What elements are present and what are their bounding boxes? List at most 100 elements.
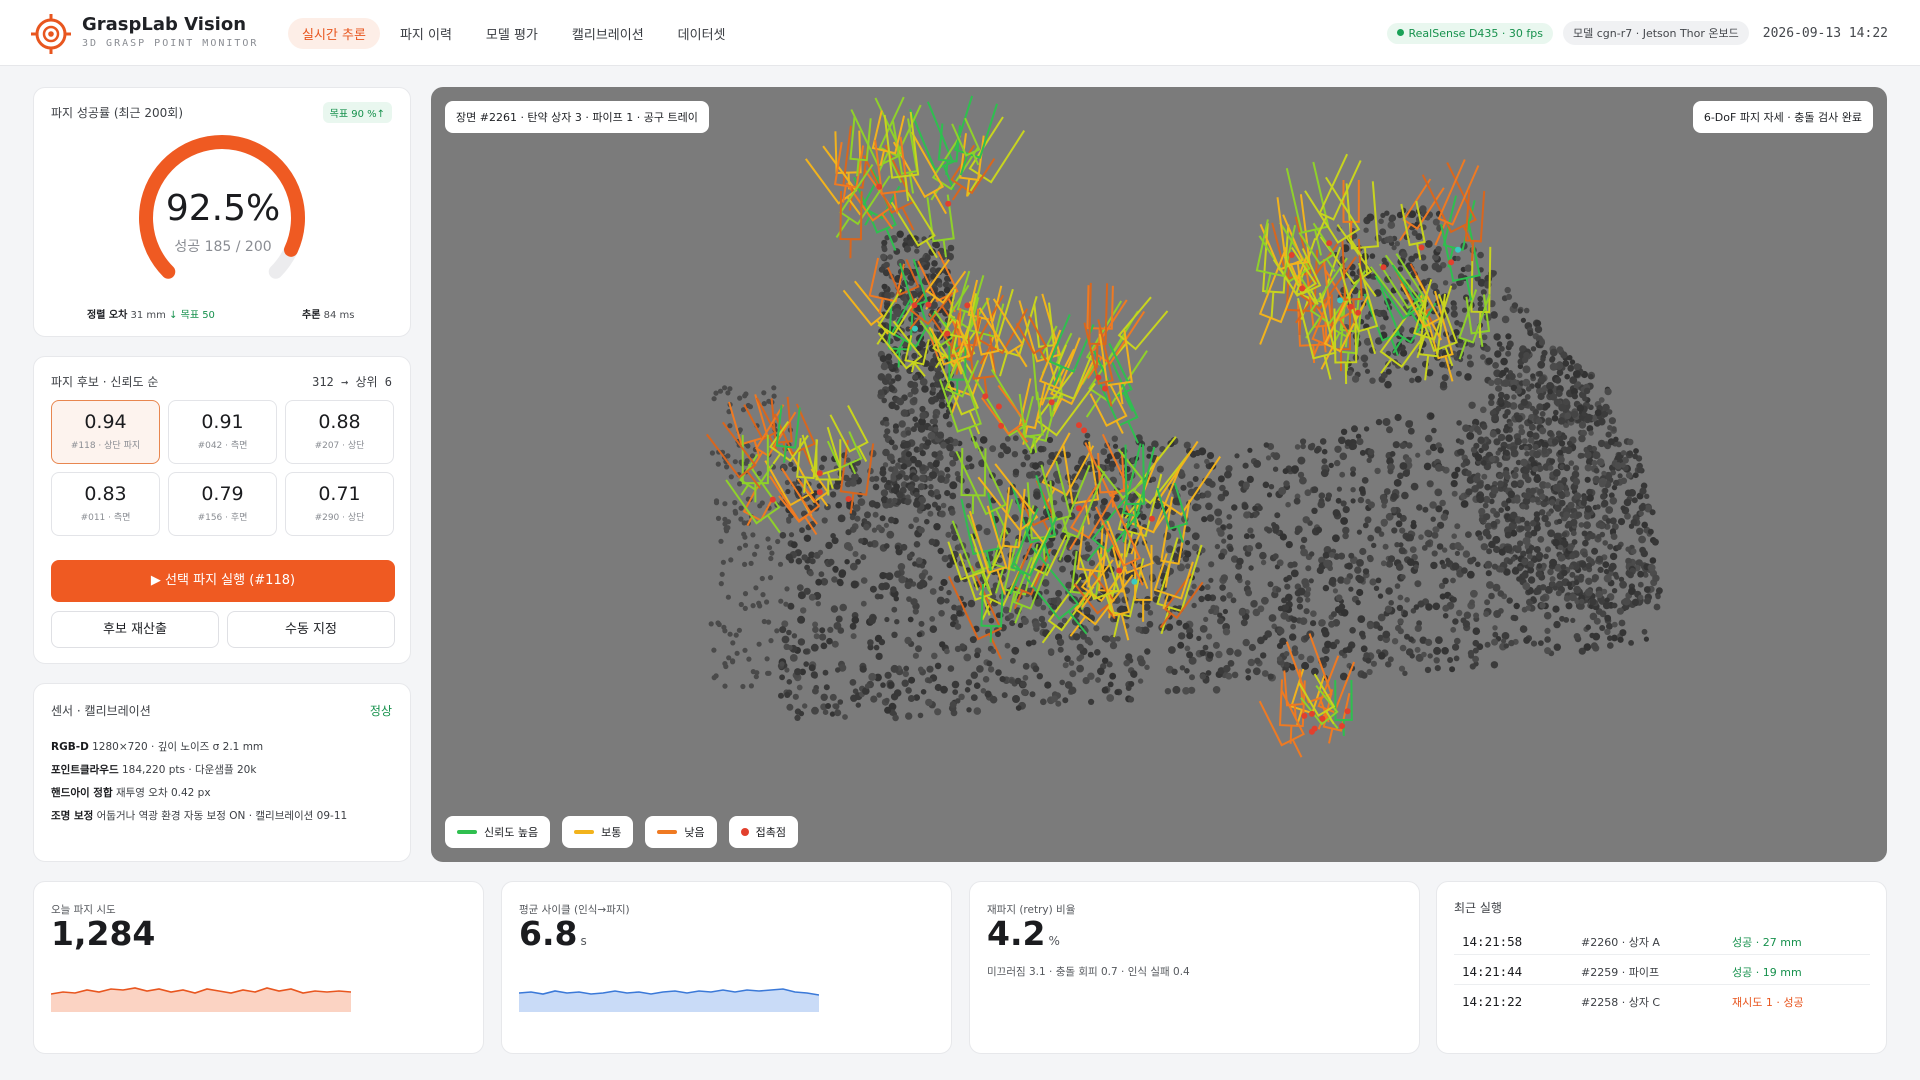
candidate-card-042[interactable]: 0.91 #042 · 측면	[168, 400, 277, 464]
point	[956, 610, 963, 617]
point	[1554, 504, 1562, 512]
nav-model-eval[interactable]: 모델 평가	[472, 18, 552, 49]
point	[1523, 307, 1530, 314]
point	[1004, 436, 1011, 442]
point	[1305, 565, 1312, 572]
point	[1302, 516, 1310, 524]
point	[1647, 528, 1654, 535]
point	[1221, 538, 1227, 544]
point	[1469, 663, 1476, 670]
pointcloud-viewer[interactable]: 장면 #2261 · 탄약 상자 3 · 파이프 1 · 공구 트레이 6-Do…	[431, 87, 1887, 862]
point	[1643, 586, 1651, 593]
point	[1572, 465, 1580, 472]
point	[827, 626, 834, 634]
point	[1549, 499, 1556, 506]
point	[1473, 442, 1480, 449]
grasp-pose[interactable]	[1283, 669, 1304, 719]
point	[1356, 575, 1365, 584]
point	[1620, 477, 1628, 485]
point	[1439, 593, 1446, 600]
point	[1290, 623, 1296, 630]
grasp-pose[interactable]	[1434, 159, 1480, 246]
contact-point	[1311, 725, 1318, 732]
point	[1206, 651, 1214, 659]
point	[937, 547, 944, 555]
point	[850, 633, 857, 640]
point	[768, 638, 774, 644]
point	[1522, 378, 1531, 387]
point	[859, 665, 867, 673]
point	[1576, 404, 1584, 412]
point	[1399, 527, 1406, 534]
point	[1582, 395, 1588, 402]
pointcloud-scene[interactable]	[431, 87, 1887, 862]
nav-dataset[interactable]: 데이터셋	[664, 18, 740, 49]
grasp-pose[interactable]	[804, 145, 862, 216]
grasp-pose[interactable]	[890, 191, 938, 259]
point	[1343, 577, 1351, 585]
candidate-card-118[interactable]: 0.94 #118 · 상단 파지	[51, 400, 160, 464]
legend-contact[interactable]: 접촉점	[728, 816, 798, 848]
point	[1452, 643, 1460, 651]
point	[1154, 502, 1161, 510]
point	[1472, 627, 1481, 635]
point	[1285, 541, 1293, 549]
execute-grasp-button[interactable]: ▶ 선택 파지 실행 (#118)	[51, 560, 395, 602]
recompute-candidates-button[interactable]: 후보 재산출	[51, 611, 219, 648]
point	[807, 570, 814, 577]
point	[719, 571, 725, 577]
candidate-card-290[interactable]: 0.71 #290 · 상단	[285, 472, 394, 536]
legend-low[interactable]: 낮음	[645, 816, 717, 848]
point	[1342, 526, 1350, 535]
candidate-card-011[interactable]: 0.83 #011 · 측면	[51, 472, 160, 536]
point	[1539, 493, 1546, 501]
point	[963, 653, 972, 662]
point	[1602, 487, 1609, 494]
point	[1084, 541, 1090, 547]
contact-point	[944, 330, 951, 337]
candidate-meta: #011 · 측면	[80, 513, 131, 523]
point	[1643, 636, 1649, 642]
candidate-meta: #118 · 상단 파지	[70, 441, 141, 451]
point	[1573, 585, 1582, 594]
manual-select-button[interactable]: 수동 지정	[227, 611, 395, 648]
grasp-pose[interactable]	[1015, 315, 1048, 363]
table-row[interactable]: 14:21:22 #2258 · 상자 C 재시도 1 · 성공	[1454, 985, 1870, 1015]
candidate-grid: 0.94 #118 · 상단 파지 0.91 #042 · 측면 0.88 #2…	[51, 400, 394, 536]
nav-realtime-inference[interactable]: 실시간 추론	[288, 18, 380, 49]
point	[1523, 636, 1531, 644]
point	[1488, 379, 1495, 386]
point	[1453, 655, 1460, 662]
table-row[interactable]: 14:21:58 #2260 · 상자 A 성공 · 27 mm	[1454, 925, 1870, 955]
table-row[interactable]: 14:21:44 #2259 · 파이프 성공 · 19 mm	[1454, 955, 1870, 985]
point	[1425, 603, 1433, 611]
point	[929, 616, 936, 622]
model-info-chip: 모델 cgn-r7 · Jetson Thor 온보드	[1562, 21, 1749, 45]
point	[1400, 251, 1408, 259]
legend-high[interactable]: 신뢰도 높음	[445, 816, 551, 848]
point	[1449, 666, 1456, 673]
point	[711, 675, 717, 681]
point	[1212, 641, 1220, 649]
point	[837, 627, 845, 634]
point	[941, 555, 949, 563]
point	[732, 500, 738, 506]
nav-calibration[interactable]: 캘리브레이션	[558, 18, 658, 49]
point	[838, 570, 846, 578]
point	[1106, 694, 1115, 702]
point	[1277, 605, 1284, 612]
point	[945, 531, 952, 538]
candidate-card-207[interactable]: 0.88 #207 · 상단	[285, 400, 394, 464]
point	[1480, 460, 1487, 466]
point	[1399, 644, 1407, 652]
point	[1525, 386, 1532, 392]
legend-medium[interactable]: 보통	[562, 816, 634, 848]
point	[1622, 597, 1631, 606]
point	[742, 561, 748, 567]
point	[788, 461, 794, 468]
point	[1246, 545, 1254, 552]
point	[1528, 456, 1535, 463]
nav-grasp-history[interactable]: 파지 이력	[386, 18, 466, 49]
point	[904, 636, 912, 645]
candidate-card-156[interactable]: 0.79 #156 · 후면	[168, 472, 277, 536]
